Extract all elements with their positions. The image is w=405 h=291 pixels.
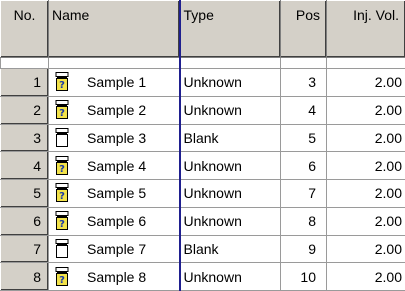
table-row[interactable]: 6 ? Sample 6 Unknown 8 2.00 (0, 206, 405, 236)
vial-unknown-icon: ? (50, 99, 76, 121)
sample-table: No. Name Type Pos Inj. Vol. 1 ? Sample 1… (0, 0, 405, 291)
type-cell[interactable]: Unknown (178, 262, 281, 291)
type-cell[interactable]: Unknown (178, 206, 281, 236)
vial-unknown-icon: ? (50, 182, 76, 204)
vial-blank-icon (50, 238, 76, 260)
sample-name: Sample 7 (87, 240, 147, 257)
inj-vol-cell[interactable]: 2.00 (326, 179, 405, 208)
pos-cell[interactable]: 7 (280, 179, 327, 208)
sample-name: Sample 4 (87, 157, 147, 174)
type-cell[interactable]: Blank (178, 123, 281, 153)
table-row[interactable]: 8 ? Sample 8 Unknown 10 2.00 (0, 262, 405, 291)
name-cell[interactable]: ? Sample 2 (48, 95, 180, 125)
vial-blank-icon (50, 127, 76, 149)
inj-vol-cell[interactable]: 2.00 (326, 123, 405, 153)
type-cell[interactable]: Unknown (178, 95, 281, 125)
row-number-cell[interactable]: 5 (0, 179, 49, 208)
row-number-cell[interactable]: 8 (0, 262, 49, 291)
name-cell[interactable]: Sample 3 (48, 123, 180, 153)
inj-vol-cell[interactable]: 2.00 (326, 95, 405, 125)
svg-text:?: ? (59, 80, 65, 91)
inj-vol-cell[interactable]: 2.00 (326, 206, 405, 236)
row-number-cell[interactable]: 7 (0, 234, 49, 264)
type-cell[interactable]: Blank (178, 234, 281, 264)
header-spacer-row (0, 57, 405, 69)
row-number-cell[interactable]: 2 (0, 95, 49, 125)
table-row[interactable]: 2 ? Sample 2 Unknown 4 2.00 (0, 95, 405, 125)
sample-name: Sample 3 (87, 129, 147, 146)
sample-name: Sample 1 (87, 74, 147, 91)
name-cell[interactable]: ? Sample 5 (48, 179, 180, 208)
row-number-cell[interactable]: 6 (0, 206, 49, 236)
inj-vol-cell[interactable]: 2.00 (326, 151, 405, 180)
pos-cell[interactable]: 5 (280, 123, 327, 153)
table-row[interactable]: 5 ? Sample 5 Unknown 7 2.00 (0, 179, 405, 208)
pos-cell[interactable]: 10 (280, 262, 327, 291)
svg-text:?: ? (59, 275, 65, 286)
type-cell[interactable]: Unknown (178, 151, 281, 180)
vial-unknown-icon: ? (50, 210, 76, 232)
row-number-cell[interactable]: 3 (0, 123, 49, 153)
vial-unknown-icon: ? (50, 155, 76, 177)
svg-text:?: ? (59, 164, 65, 175)
inj-vol-cell[interactable]: 2.00 (326, 234, 405, 264)
column-header-inj-vol[interactable]: Inj. Vol. (326, 0, 405, 58)
column-header-name[interactable]: Name (48, 0, 180, 58)
pos-cell[interactable]: 8 (280, 206, 327, 236)
sample-name: Sample 8 (87, 268, 147, 285)
name-cell[interactable]: ? Sample 6 (48, 206, 180, 236)
column-header-pos[interactable]: Pos (280, 0, 327, 58)
name-cell[interactable]: ? Sample 4 (48, 151, 180, 180)
type-cell[interactable]: Unknown (178, 68, 281, 97)
sample-name: Sample 2 (87, 102, 147, 119)
svg-text:?: ? (59, 108, 65, 119)
table-row[interactable]: 7 Sample 7 Blank 9 2.00 (0, 234, 405, 264)
name-cell[interactable]: Sample 7 (48, 234, 180, 264)
pos-cell[interactable]: 3 (280, 68, 327, 97)
inj-vol-cell[interactable]: 2.00 (326, 68, 405, 97)
table-row[interactable]: 4 ? Sample 4 Unknown 6 2.00 (0, 151, 405, 180)
name-cell[interactable]: ? Sample 1 (48, 68, 180, 97)
pos-cell[interactable]: 4 (280, 95, 327, 125)
column-header-type[interactable]: Type (178, 0, 281, 58)
row-number-cell[interactable]: 4 (0, 151, 49, 180)
table-row[interactable]: 3 Sample 3 Blank 5 2.00 (0, 123, 405, 153)
svg-text:?: ? (59, 219, 65, 230)
type-cell[interactable]: Unknown (178, 179, 281, 208)
pos-cell[interactable]: 9 (280, 234, 327, 264)
pos-cell[interactable]: 6 (280, 151, 327, 180)
table-row[interactable]: 1 ? Sample 1 Unknown 3 2.00 (0, 68, 405, 97)
vial-unknown-icon: ? (50, 266, 76, 288)
name-cell[interactable]: ? Sample 8 (48, 262, 180, 291)
column-header-no[interactable]: No. (0, 0, 49, 58)
svg-text:?: ? (59, 191, 65, 202)
row-number-cell[interactable]: 1 (0, 68, 49, 97)
table-header-row: No. Name Type Pos Inj. Vol. (0, 0, 405, 58)
sample-name: Sample 6 (87, 213, 147, 230)
inj-vol-cell[interactable]: 2.00 (326, 262, 405, 291)
vial-unknown-icon: ? (50, 71, 76, 93)
sample-name: Sample 5 (87, 185, 147, 202)
